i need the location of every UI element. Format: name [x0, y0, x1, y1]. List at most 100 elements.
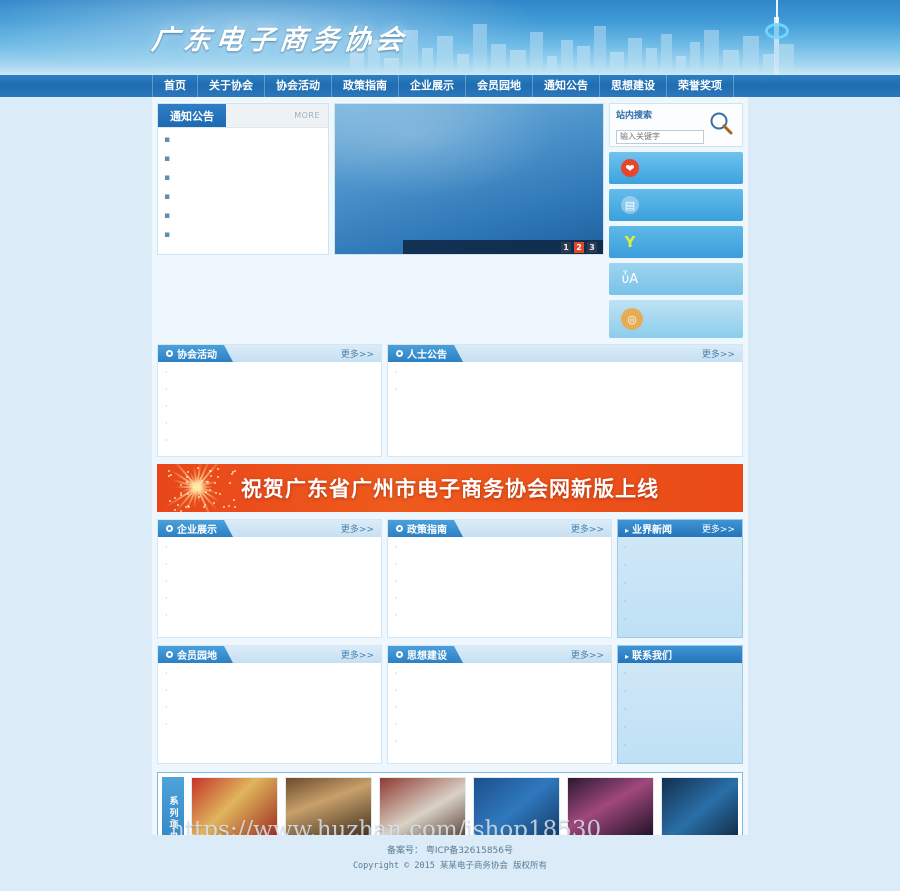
list-item[interactable]: · — [395, 367, 735, 378]
nav-item-3[interactable]: 政策指南 — [332, 75, 399, 97]
panel-header: 企业展示 更多>> — [158, 520, 381, 537]
row-three-columns-top: 企业展示 更多>> · · · · · 政策指南 更多>> · · · · · 业界新闻 更多>… — [157, 519, 743, 638]
panel-enterprise-show: 企业展示 更多>> · · · · · — [157, 519, 382, 638]
list-item[interactable]: · — [395, 719, 604, 730]
list-item[interactable]: · — [165, 668, 374, 679]
panel-header: 政策指南 更多>> — [388, 520, 611, 537]
bullet-icon: ▪ — [164, 154, 170, 165]
magnifier-icon[interactable] — [708, 110, 734, 140]
list-item[interactable]: · — [624, 704, 736, 715]
panel-member-garden: 会员园地 更多>> · · · · — [157, 645, 382, 764]
list-item[interactable]: · — [165, 702, 374, 713]
notice-item[interactable]: ▪ — [164, 192, 322, 203]
nav-item-7[interactable]: 思想建设 — [600, 75, 667, 97]
list-personnel-notice: · · — [388, 362, 742, 405]
list-item[interactable]: · — [395, 736, 604, 747]
panel-title-text: 企业展示 — [177, 521, 217, 536]
list-item[interactable]: · — [165, 384, 374, 395]
list-item[interactable]: · — [624, 578, 736, 589]
celebration-banner[interactable]: 祝贺广东省广州市电子商务协会网新版上线 — [157, 464, 743, 512]
bullet-icon: · — [395, 559, 398, 570]
bullet-icon: ▪ — [164, 230, 170, 241]
nav-item-6[interactable]: 通知公告 — [533, 75, 600, 97]
notice-item[interactable]: ▪ — [164, 211, 322, 222]
panel-title-text: 思想建设 — [407, 647, 447, 662]
bullet-icon — [166, 525, 173, 532]
nav-item-5[interactable]: 会员园地 — [466, 75, 533, 97]
slide-indicator-1[interactable]: 1 — [561, 242, 571, 253]
slide-indicator-2[interactable]: 2 — [574, 242, 584, 253]
list-item[interactable]: · — [165, 435, 374, 446]
list-item[interactable]: · — [395, 685, 604, 696]
list-item[interactable]: · — [165, 418, 374, 429]
list-item[interactable]: · — [165, 685, 374, 696]
more-link-personnel-notice[interactable]: 更多>> — [702, 347, 742, 360]
more-link-member-garden[interactable]: 更多>> — [341, 648, 381, 661]
notice-item[interactable]: ▪ — [164, 230, 322, 241]
list-item[interactable]: · — [395, 576, 604, 587]
tab-notice[interactable]: 通知公告 — [158, 104, 226, 127]
nav-item-8[interactable]: 荣誉奖项 — [667, 75, 734, 97]
bullet-icon: · — [624, 722, 627, 733]
sidebar-button-history[interactable]: ◎ — [609, 300, 743, 338]
sidebar-buttons: ❤ ▤ YὖA ◎ — [609, 152, 743, 338]
list-item[interactable]: · — [624, 722, 736, 733]
sidebar-button-weibo[interactable]: ❤ — [609, 152, 743, 184]
more-link-ideological[interactable]: 更多>> — [571, 648, 611, 661]
list-item[interactable]: · — [395, 610, 604, 621]
list-item[interactable]: · — [395, 542, 604, 553]
list-item[interactable]: · — [395, 702, 604, 713]
list-item[interactable]: · — [165, 542, 374, 553]
nav-item-2[interactable]: 协会活动 — [265, 75, 332, 97]
sidebar-button-megaphone[interactable]: ὖA — [609, 263, 743, 295]
notice-panel: 通知公告 MORE ▪ ▪ ▪ ▪ ▪ ▪ — [157, 103, 329, 255]
copyright-text: Copyright © 2015 某某电子商务协会 版权所有 — [152, 859, 748, 874]
panel-title-member-garden: 会员园地 — [158, 646, 233, 663]
list-item[interactable]: · — [165, 593, 374, 604]
list-item[interactable]: · — [395, 559, 604, 570]
list-item[interactable]: · — [165, 576, 374, 587]
more-link-policy-guide[interactable]: 更多>> — [571, 522, 611, 535]
list-item[interactable]: · — [165, 401, 374, 412]
sidebar-button-medal[interactable]: Y — [609, 226, 743, 258]
list-item[interactable]: · — [395, 384, 735, 395]
notice-item[interactable]: ▪ — [164, 154, 322, 165]
gallery-thumbnail — [567, 777, 654, 839]
bullet-icon: ▪ — [164, 211, 170, 222]
document-icon: ▤ — [621, 196, 639, 214]
list-item[interactable]: · — [395, 668, 604, 679]
list-item[interactable]: · — [395, 593, 604, 604]
list-item[interactable]: · — [624, 560, 736, 571]
nav-item-4[interactable]: 企业展示 — [399, 75, 466, 97]
notice-panel-header: 通知公告 MORE — [158, 104, 328, 128]
notice-more-link[interactable]: MORE — [294, 104, 328, 127]
bullet-icon: · — [165, 576, 168, 587]
list-item[interactable]: · — [165, 367, 374, 378]
list-item[interactable]: · — [624, 542, 736, 553]
bullet-icon: ▪ — [164, 135, 170, 146]
bullet-icon: · — [624, 542, 627, 553]
notice-item[interactable]: ▪ — [164, 135, 322, 146]
nav-item-0[interactable]: 首页 — [152, 75, 198, 97]
notice-item[interactable]: ▪ — [164, 173, 322, 184]
list-item[interactable]: · — [624, 596, 736, 607]
list-industry-news: · · · · · — [618, 537, 742, 637]
notice-list: ▪ ▪ ▪ ▪ ▪ ▪ — [158, 128, 328, 241]
list-item[interactable]: · — [624, 686, 736, 697]
hero-slideshow[interactable]: 123 — [334, 103, 604, 255]
list-item[interactable]: · — [165, 559, 374, 570]
bullet-icon: · — [395, 685, 398, 696]
more-link-enterprise-show[interactable]: 更多>> — [341, 522, 381, 535]
list-item[interactable]: · — [624, 740, 736, 751]
sidebar-button-document[interactable]: ▤ — [609, 189, 743, 221]
list-item[interactable]: · — [624, 668, 736, 679]
list-item[interactable]: · — [624, 614, 736, 625]
nav-item-1[interactable]: 关于协会 — [198, 75, 265, 97]
more-link-industry-news[interactable]: 更多>> — [702, 522, 735, 535]
search-input[interactable] — [616, 130, 704, 144]
bullet-icon: · — [624, 668, 627, 679]
slide-indicator-3[interactable]: 3 — [587, 242, 597, 253]
list-item[interactable]: · — [165, 719, 374, 730]
list-item[interactable]: · — [165, 610, 374, 621]
more-link-association-activity[interactable]: 更多>> — [341, 347, 381, 360]
